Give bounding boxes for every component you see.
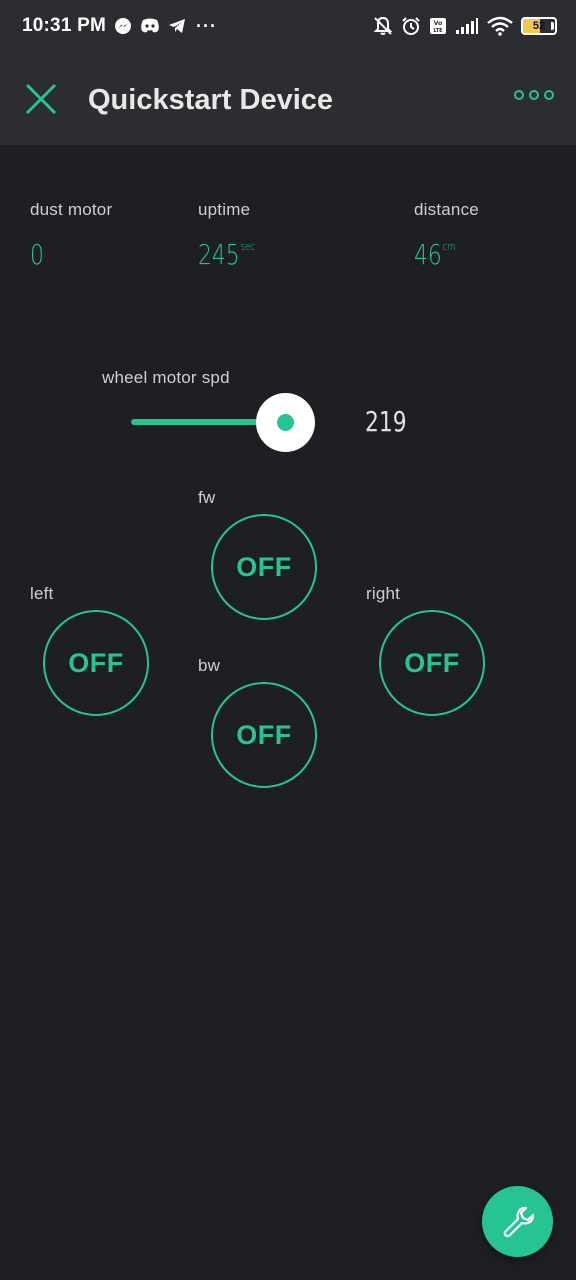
more-options-icon-dot xyxy=(529,90,539,100)
close-icon xyxy=(25,83,57,115)
dust-motor-label: dust motor xyxy=(30,200,113,219)
discord-icon xyxy=(141,18,159,33)
status-right-icons: Vo LTE 52 xyxy=(373,16,557,36)
wifi-icon xyxy=(487,16,513,36)
bw-button[interactable]: OFF xyxy=(211,682,317,788)
slider-thumb[interactable] xyxy=(256,393,315,452)
left-button-state: OFF xyxy=(68,647,124,678)
right-button-state: OFF xyxy=(404,647,460,678)
dust-motor-value[interactable]: 0 xyxy=(30,238,45,271)
battery-body: 52 xyxy=(521,17,557,35)
close-button[interactable] xyxy=(24,82,58,116)
notifications-off-icon xyxy=(373,16,393,35)
svg-text:Vo: Vo xyxy=(434,20,442,27)
messenger-icon xyxy=(114,18,131,34)
fw-button-state: OFF xyxy=(236,551,292,582)
distance-label: distance xyxy=(414,200,479,219)
more-options-icon-dot xyxy=(544,90,554,100)
left-button[interactable]: OFF xyxy=(43,610,149,716)
alarm-icon xyxy=(402,17,420,35)
fw-label: fw xyxy=(198,488,216,507)
more-options-icon xyxy=(514,90,524,100)
dust-motor-value-text: 0 xyxy=(30,238,44,271)
battery-icon: 52 xyxy=(521,17,557,35)
status-left-icons xyxy=(114,17,186,35)
fw-button[interactable]: OFF xyxy=(211,514,317,620)
status-more-notifications: ··· xyxy=(195,15,217,36)
slider-thumb-dot xyxy=(277,414,294,431)
left-label: left xyxy=(30,584,54,603)
battery-text: 52 xyxy=(532,20,546,32)
distance-value-text: 46 xyxy=(414,238,442,271)
uptime-label: uptime xyxy=(198,200,251,219)
status-time: 10:31 PM xyxy=(22,15,106,36)
distance-value[interactable]: 46cm xyxy=(414,238,456,271)
uptime-value[interactable]: 245sec xyxy=(198,238,255,271)
right-button[interactable]: OFF xyxy=(379,610,485,716)
slider-value: 219 xyxy=(365,405,407,438)
volte-icon: Vo LTE xyxy=(430,18,446,34)
svg-text:LTE: LTE xyxy=(433,28,443,34)
wrench-icon xyxy=(503,1206,534,1237)
bw-button-state: OFF xyxy=(236,719,292,750)
signal-icon xyxy=(456,18,478,34)
status-bar: 10:31 PM ··· Vo LTE 52 xyxy=(0,0,576,52)
slider-label: wheel motor spd xyxy=(102,368,230,387)
uptime-value-text: 245 xyxy=(198,238,240,271)
app-bar: Quickstart Device xyxy=(0,52,576,145)
telegram-icon xyxy=(168,19,185,33)
more-options-button[interactable] xyxy=(514,90,554,100)
distance-unit: cm xyxy=(442,240,456,253)
page-title: Quickstart Device xyxy=(88,84,334,116)
bw-label: bw xyxy=(198,656,221,675)
edit-widgets-button[interactable] xyxy=(482,1186,553,1257)
uptime-unit: sec xyxy=(240,240,255,253)
right-label: right xyxy=(366,584,401,603)
